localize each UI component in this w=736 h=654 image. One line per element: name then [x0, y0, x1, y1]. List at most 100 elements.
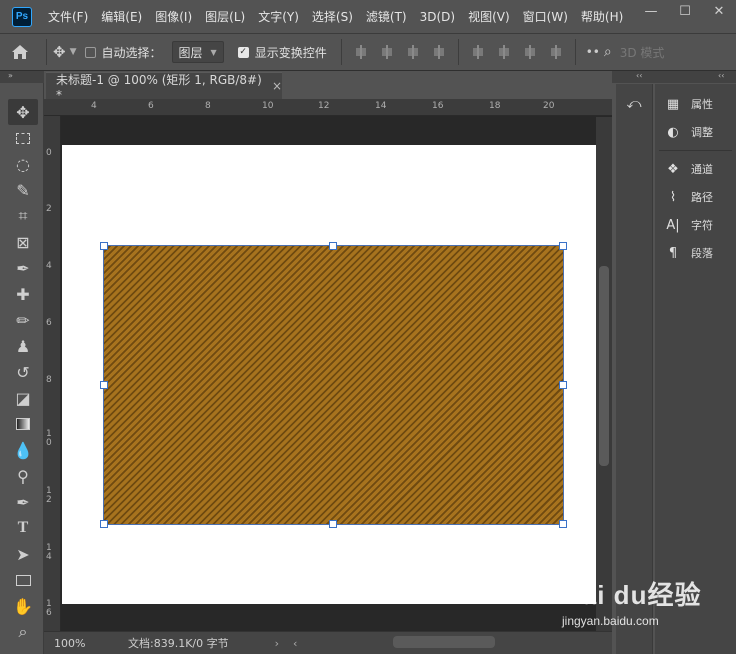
clone-stamp-tool-icon[interactable]: ♟: [8, 333, 38, 359]
close-tab-icon[interactable]: ×: [272, 79, 282, 93]
paths-icon: ⌇: [669, 189, 677, 205]
minimize-button[interactable]: —: [634, 0, 668, 22]
chevron-down-icon: ▼: [69, 47, 77, 57]
eyedropper-tool-icon[interactable]: ✒: [8, 255, 38, 281]
distribute-h-icon[interactable]: [432, 45, 446, 59]
panel-dock: ▦ 属性 ◐ 调整 ❖ 通道 ⌇ 路径 A| 字符 ¶ 段落: [655, 84, 736, 654]
menu-layer[interactable]: 图层(L): [205, 8, 245, 25]
ruler-label: 14: [375, 101, 387, 111]
hand-tool-icon[interactable]: ✋: [8, 593, 38, 619]
quick-select-tool-icon[interactable]: ✎: [8, 177, 38, 203]
menu-edit[interactable]: 编辑(E): [101, 8, 142, 25]
window-controls: — ☐ ✕: [634, 0, 736, 24]
separator: [457, 39, 459, 65]
3d-mode-label[interactable]: 3D 模式: [620, 44, 665, 61]
ruler-label: 0: [46, 148, 52, 158]
more-icon[interactable]: ••: [586, 45, 600, 59]
transform-handle-bottom-left[interactable]: [100, 520, 108, 528]
ruler-label: 2: [46, 204, 52, 214]
home-icon[interactable]: [0, 44, 40, 60]
crop-tool-icon[interactable]: ⌗: [8, 203, 38, 229]
panel-character[interactable]: A| 字符: [655, 211, 736, 239]
transform-handle-middle-right[interactable]: [559, 381, 567, 389]
transform-handle-middle-left[interactable]: [100, 381, 108, 389]
show-transform-label: 显示变换控件: [254, 45, 327, 60]
align-top-icon[interactable]: [471, 45, 485, 59]
menu-select[interactable]: 选择(S): [312, 8, 353, 25]
transform-handle-top-center[interactable]: [329, 242, 337, 250]
brush-tool-icon[interactable]: ✏: [8, 307, 38, 333]
zoom-level[interactable]: 100%: [54, 637, 114, 650]
ruler-label: 12: [46, 486, 52, 505]
ruler-label: 20: [543, 101, 555, 111]
ruler-vertical[interactable]: 0 2 4 6 8 10 12 14 16: [44, 116, 61, 631]
align-right-icon[interactable]: [406, 45, 420, 59]
menu-type[interactable]: 文字(Y): [258, 8, 299, 25]
dodge-tool-icon[interactable]: ⚲: [8, 463, 38, 489]
horizontal-scroll-thumb[interactable]: [393, 636, 495, 648]
menu-view[interactable]: 视图(V): [468, 8, 510, 25]
menu-help[interactable]: 帮助(H): [581, 8, 623, 25]
marquee-tool-icon[interactable]: [8, 125, 38, 151]
type-tool-icon[interactable]: T: [8, 515, 38, 541]
search-icon[interactable]: ⌕: [604, 44, 612, 60]
menu-3d[interactable]: 3D(D): [420, 10, 455, 24]
transform-handle-top-left[interactable]: [100, 242, 108, 250]
show-transform-checkbox[interactable]: [237, 46, 249, 58]
align-bottom-icon[interactable]: [523, 45, 537, 59]
menu-file[interactable]: 文件(F): [48, 8, 88, 25]
panel-collapse-strip[interactable]: ‹‹ ‹‹: [612, 71, 736, 83]
panel-paragraph[interactable]: ¶ 段落: [655, 239, 736, 267]
zoom-tool-icon[interactable]: ⌕: [8, 619, 38, 645]
watermark-url: jingyan.baidu.com: [562, 614, 659, 628]
panel-properties[interactable]: ▦ 属性: [655, 90, 736, 118]
ruler-label: 4: [91, 101, 97, 111]
pen-tool-icon[interactable]: ✒: [8, 489, 38, 515]
healing-brush-tool-icon[interactable]: ✚: [8, 281, 38, 307]
path-select-tool-icon[interactable]: ➤: [8, 541, 38, 567]
history-brush-tool-icon[interactable]: ↺: [8, 359, 38, 385]
lasso-tool-icon[interactable]: ◌: [8, 151, 38, 177]
frame-tool-icon[interactable]: ⊠: [8, 229, 38, 255]
align-center-h-icon[interactable]: [380, 45, 394, 59]
transform-handle-bottom-right[interactable]: [559, 520, 567, 528]
document-tab[interactable]: 未标题-1 @ 100% (矩形 1, RGB/8#) * ×: [46, 72, 282, 102]
history-icon[interactable]: ⤺: [624, 96, 644, 112]
align-middle-v-icon[interactable]: [497, 45, 511, 59]
eraser-tool-icon[interactable]: ◪: [8, 385, 38, 411]
rectangle-tool-icon[interactable]: [8, 567, 38, 593]
distribute-v-icon[interactable]: [549, 45, 563, 59]
menu-bar: Ps 文件(F) 编辑(E) 图像(I) 图层(L) 文字(Y) 选择(S) 滤…: [0, 0, 736, 33]
collapse-icon[interactable]: ‹‹: [718, 71, 724, 80]
transform-handle-bottom-center[interactable]: [329, 520, 337, 528]
ruler-label: 16: [432, 101, 444, 111]
menu-image[interactable]: 图像(I): [155, 8, 192, 25]
maximize-button[interactable]: ☐: [668, 0, 702, 22]
panel-label: 属性: [691, 98, 713, 111]
align-left-icon[interactable]: [354, 45, 368, 59]
menu-window[interactable]: 窗口(W): [523, 8, 568, 25]
baidu-watermark: Bai du经验 jingyan.baidu.com: [562, 575, 732, 645]
blur-tool-icon[interactable]: 💧: [8, 437, 38, 463]
move-tool-icon[interactable]: ✥: [8, 99, 38, 125]
adjustments-icon: ◐: [667, 124, 679, 140]
close-button[interactable]: ✕: [702, 0, 736, 22]
gradient-tool-icon[interactable]: [8, 411, 38, 437]
panel-paths[interactable]: ⌇ 路径: [655, 183, 736, 211]
transform-handle-top-right[interactable]: [559, 242, 567, 250]
panel-adjustments[interactable]: ◐ 调整: [655, 118, 736, 146]
menu-filter[interactable]: 滤镜(T): [366, 8, 407, 25]
watermark-logo-text: Bai du经验: [562, 580, 702, 610]
scroll-left-icon[interactable]: ‹: [293, 637, 297, 650]
chevron-right-icon[interactable]: ›: [275, 637, 279, 650]
toolbar-collapse-arrows[interactable]: »: [0, 71, 44, 83]
collapse-icon[interactable]: ‹‹: [636, 71, 642, 80]
ruler-horizontal[interactable]: 4 6 8 10 12 14 16 18 20: [44, 99, 612, 116]
rectangle-layer-shape[interactable]: [103, 245, 564, 525]
vertical-scroll-thumb[interactable]: [599, 266, 609, 466]
auto-select-checkbox[interactable]: [84, 46, 96, 58]
panel-label: 段落: [691, 247, 713, 260]
panel-channels[interactable]: ❖ 通道: [655, 155, 736, 183]
move-tool-preset[interactable]: ✥ ▼: [53, 43, 77, 61]
auto-select-target-dropdown[interactable]: 图层 ▼: [171, 41, 224, 63]
